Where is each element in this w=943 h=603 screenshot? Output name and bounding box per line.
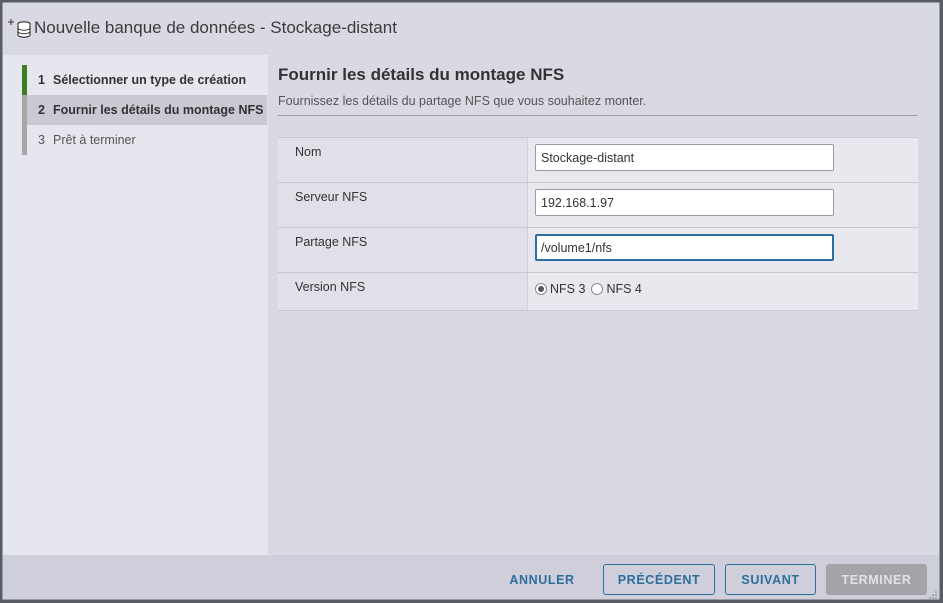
add-datastore-icon (8, 19, 31, 38)
nfs-share-label: Partage NFS (295, 235, 368, 249)
dialog-title: Nouvelle banque de données - Stockage-di… (34, 18, 397, 37)
value-cell (528, 183, 918, 227)
cancel-button[interactable]: ANNULER (500, 564, 584, 595)
name-input[interactable] (535, 144, 834, 171)
dialog-titlebar: Nouvelle banque de données - Stockage-di… (3, 3, 939, 55)
title-divider (278, 115, 918, 116)
form-row-share: Partage NFS (278, 228, 918, 273)
wizard-step-2[interactable]: 2 Fournir les détails du montage NFS (22, 95, 267, 125)
page-title: Fournir les détails du montage NFS (278, 65, 565, 84)
nfs-server-input[interactable] (535, 189, 834, 216)
finish-button[interactable]: TERMINER (826, 564, 927, 595)
nfs3-radio[interactable] (535, 283, 547, 295)
nfs-version-label: Version NFS (295, 280, 366, 294)
nfs-server-label: Serveur NFS (295, 190, 368, 204)
wizard-step-3[interactable]: 3 Prêt à terminer (22, 125, 267, 155)
value-cell (528, 138, 918, 182)
wizard-step-1[interactable]: 1 Sélectionner un type de création (22, 65, 267, 95)
step-label: Fournir les détails du montage NFS (53, 103, 264, 117)
nfs-version-radio-group: NFS 3 NFS 4 (535, 282, 648, 296)
value-cell (528, 228, 918, 272)
step-number: 3 (38, 133, 45, 147)
resize-grip-icon[interactable] (929, 591, 937, 599)
form-row-server: Serveur NFS (278, 183, 918, 228)
value-cell: NFS 3 NFS 4 (528, 273, 918, 310)
label-cell: Serveur NFS (278, 183, 528, 227)
step-number: 1 (38, 73, 45, 87)
nfs4-radio-label[interactable]: NFS 4 (606, 282, 641, 296)
name-label: Nom (295, 145, 322, 159)
nfs3-radio-label[interactable]: NFS 3 (550, 282, 585, 296)
step-indicator-bar (22, 125, 27, 155)
next-button[interactable]: SUIVANT (725, 564, 816, 595)
wizard-steps-sidebar: 1 Sélectionner un type de création 2 Fou… (3, 55, 268, 555)
nfs-share-input[interactable] (535, 234, 834, 261)
dialog-footer: ANNULER PRÉCÉDENT SUIVANT TERMINER (3, 555, 939, 599)
form-row-name: Nom (278, 138, 918, 183)
step-number: 2 (38, 103, 45, 117)
page-subtitle: Fournissez les détails du partage NFS qu… (278, 94, 647, 108)
step-label: Sélectionner un type de création (53, 73, 247, 87)
step-label: Prêt à terminer (53, 133, 136, 147)
step-indicator-bar (22, 95, 27, 125)
label-cell: Nom (278, 138, 528, 182)
form-row-version: Version NFS NFS 3 NFS 4 (278, 273, 918, 311)
step-indicator-bar (22, 65, 27, 95)
nfs4-radio[interactable] (591, 283, 604, 295)
wizard-content: Fournir les détails du montage NFS Fourn… (268, 55, 939, 555)
new-datastore-dialog: Nouvelle banque de données - Stockage-di… (2, 2, 940, 600)
label-cell: Partage NFS (278, 228, 528, 272)
nfs-details-form: Nom Serveur NFS Partage NFS (278, 137, 918, 311)
previous-button[interactable]: PRÉCÉDENT (603, 564, 715, 595)
label-cell: Version NFS (278, 273, 528, 310)
